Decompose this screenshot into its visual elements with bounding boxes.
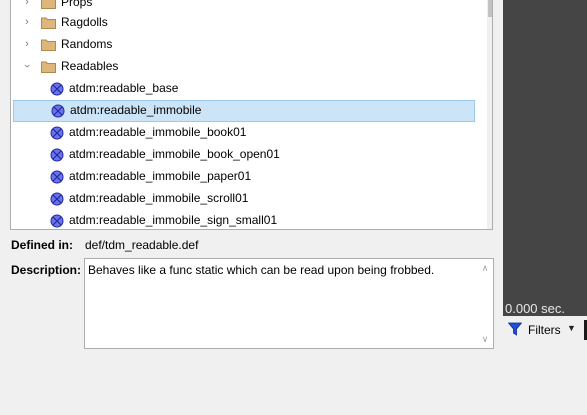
tree-folder-label: Props xyxy=(61,0,93,9)
dropdown-caret-icon: ▼ xyxy=(567,323,576,333)
folder-icon xyxy=(41,17,56,29)
chevron-down-icon[interactable]: › xyxy=(21,60,33,72)
tree-folder-ragdolls[interactable]: › Ragdolls xyxy=(11,12,477,34)
entity-class-icon xyxy=(50,148,64,162)
filters-dropdown-button[interactable]: Filters ▼ xyxy=(507,320,587,340)
model-preview-viewport[interactable]: 0.000 sec. xyxy=(503,0,587,316)
tree-item-label: atdm:readable_base xyxy=(69,81,179,95)
folder-icon xyxy=(41,0,56,9)
folder-icon xyxy=(41,39,56,51)
entity-class-icon xyxy=(50,170,64,184)
tree-item[interactable]: atdm:readable_immobile_paper01 xyxy=(11,166,477,188)
tree-item-label: atdm:readable_immobile_sign_small01 xyxy=(69,213,278,227)
tree-item-label: atdm:readable_immobile_book_open01 xyxy=(69,147,280,161)
tree-item[interactable]: atdm:readable_immobile_sign_small01 xyxy=(11,210,477,229)
folder-icon xyxy=(41,61,56,73)
tree-folder-readables[interactable]: › Readables xyxy=(11,56,477,78)
tree-item[interactable]: atdm:readable_base xyxy=(11,78,477,100)
defined-in-value: def/tdm_readable.def xyxy=(85,238,199,252)
entity-class-icon xyxy=(50,214,64,228)
tree-item[interactable]: atdm:readable_immobile_book_open01 xyxy=(11,144,477,166)
tree-scrollbar[interactable]: ∨ xyxy=(487,0,492,229)
tree-folder-randoms[interactable]: › Randoms xyxy=(11,34,477,56)
entity-chooser-window: › Props › Ragdolls › Randoms › Readables… xyxy=(0,0,587,415)
entity-class-icon xyxy=(50,82,64,96)
tree-item-label: atdm:readable_immobile_book01 xyxy=(69,125,247,139)
scrollbar-thumb[interactable] xyxy=(488,0,492,17)
scroll-up-arrow-icon[interactable]: ∧ xyxy=(479,262,491,274)
scroll-down-arrow-icon[interactable]: ∨ xyxy=(479,333,491,345)
description-label: Description: xyxy=(11,263,82,277)
tree-item[interactable]: atdm:readable_immobile_scroll01 xyxy=(11,188,477,210)
entity-class-icon xyxy=(51,104,65,118)
filters-label: Filters xyxy=(528,323,561,337)
entity-tree[interactable]: › Props › Ragdolls › Randoms › Readables… xyxy=(10,0,493,230)
tree-item-label: atdm:readable_immobile xyxy=(70,103,202,117)
scroll-down-arrow-icon[interactable]: ∨ xyxy=(489,212,492,226)
chevron-right-icon[interactable]: › xyxy=(21,38,33,50)
tree-item-label: atdm:readable_immobile_paper01 xyxy=(69,169,252,183)
filter-funnel-icon xyxy=(508,322,522,336)
chevron-right-icon[interactable]: › xyxy=(21,0,33,8)
description-scrollbar[interactable]: ∧ ∨ xyxy=(477,259,493,348)
tree-folder-label: Ragdolls xyxy=(61,15,108,29)
chevron-right-icon[interactable]: › xyxy=(21,16,33,28)
tree-folder-label: Randoms xyxy=(61,37,113,51)
tree-item-selected[interactable]: atdm:readable_immobile xyxy=(13,100,475,122)
defined-in-label: Defined in: xyxy=(11,238,73,252)
preview-time-readout: 0.000 sec. xyxy=(505,301,565,316)
description-textbox[interactable]: Behaves like a func static which can be … xyxy=(84,258,494,349)
tree-folder-label: Readables xyxy=(61,59,119,73)
entity-class-icon xyxy=(50,126,64,140)
tree-item-label: atdm:readable_immobile_scroll01 xyxy=(69,191,249,205)
description-text: Behaves like a func static which can be … xyxy=(88,263,435,277)
entity-class-icon xyxy=(50,192,64,206)
tree-item[interactable]: atdm:readable_immobile_book01 xyxy=(11,122,477,144)
